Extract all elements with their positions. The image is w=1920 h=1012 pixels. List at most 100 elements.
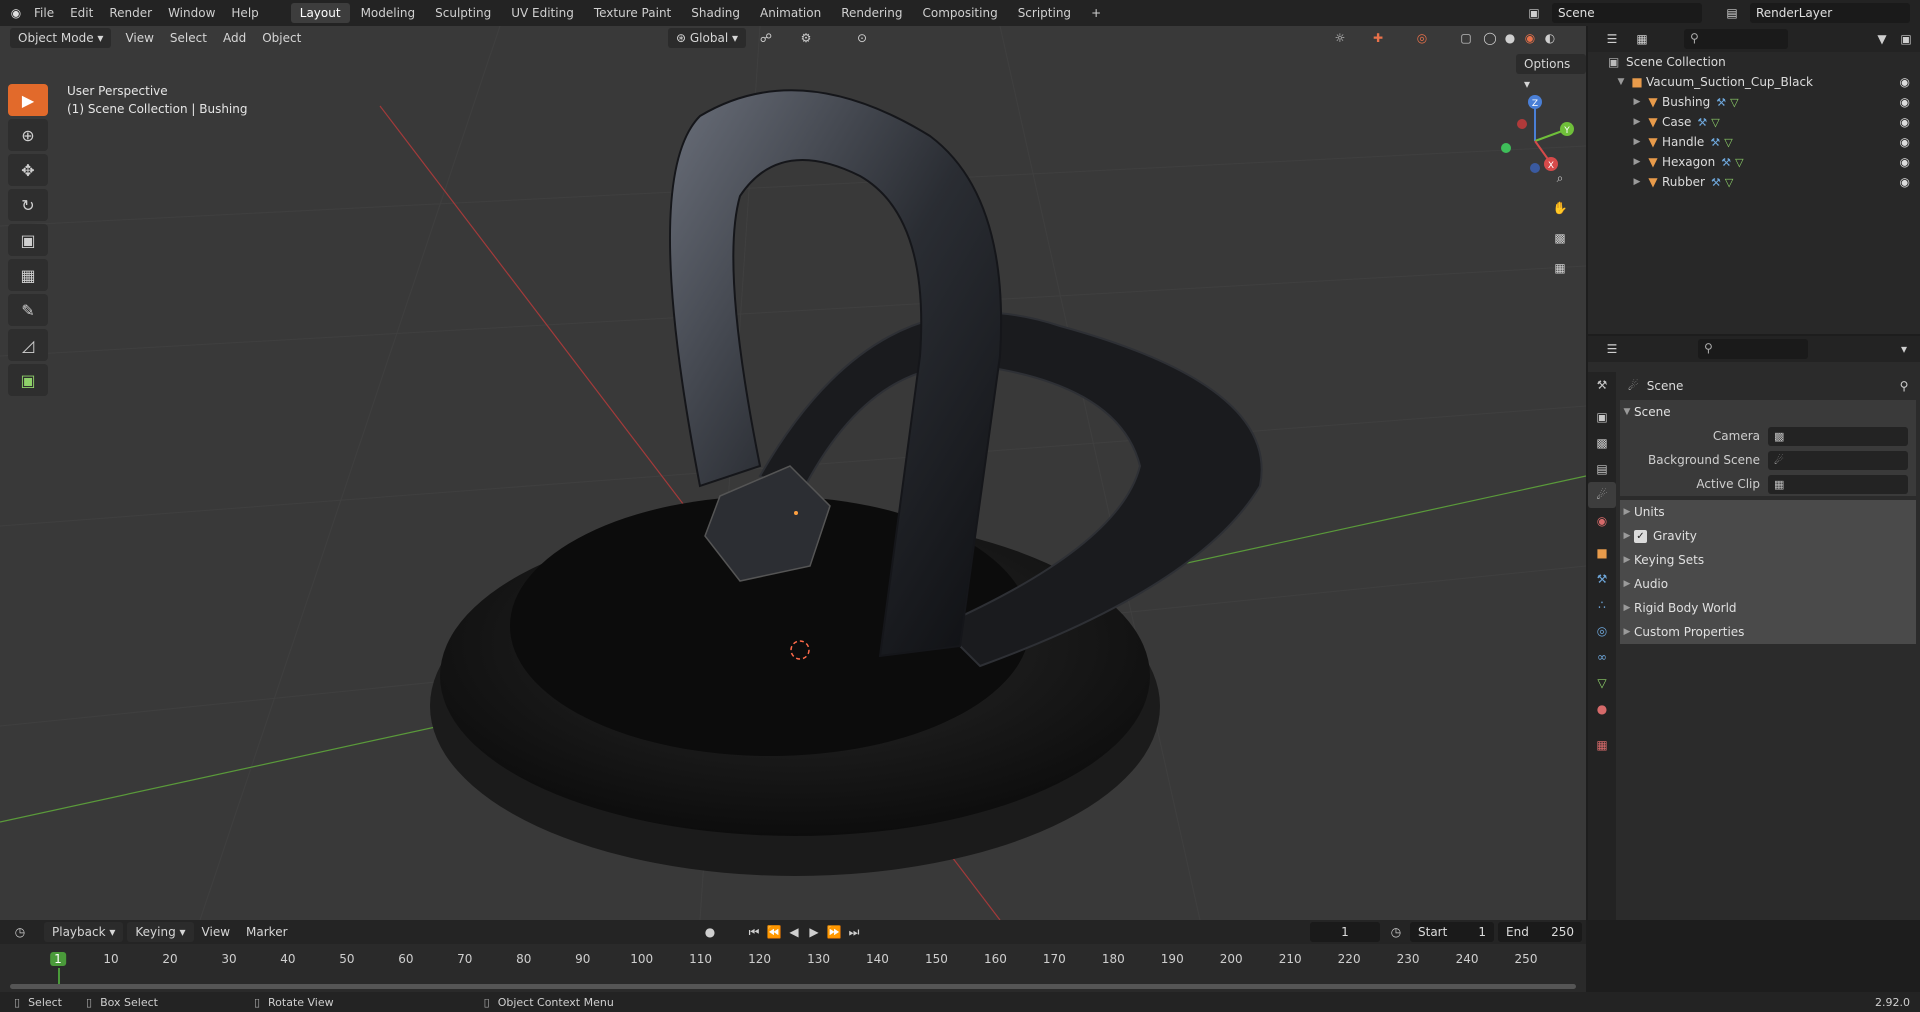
proportional-edit-icon[interactable]: ⊙	[852, 28, 872, 48]
visibility-eye-icon[interactable]: ◉	[1900, 115, 1910, 129]
rotate-tool-icon[interactable]: ↻	[8, 189, 48, 221]
rendered-shading-icon[interactable]: ◐	[1540, 28, 1560, 48]
tab-sculpting[interactable]: Sculpting	[426, 3, 500, 23]
mesh-data-icon[interactable]: ▽	[1730, 96, 1738, 109]
annotate-tool-icon[interactable]: ✎	[8, 294, 48, 326]
tab-rendering[interactable]: Rendering	[832, 3, 911, 23]
blender-logo-icon[interactable]: ◉	[6, 3, 26, 23]
modifier-wrench-icon[interactable]: ⚒	[1716, 96, 1726, 109]
scale-tool-icon[interactable]: ▣	[8, 224, 48, 256]
jump-end-icon[interactable]: ⏭	[844, 922, 864, 942]
3d-viewport[interactable]: Object Mode ▾ View Select Add Object ⊛ G…	[0, 26, 1586, 920]
particles-tab-icon[interactable]: ∴	[1588, 592, 1616, 618]
filter-icon[interactable]: ▼	[1872, 29, 1892, 49]
data-tab-icon[interactable]: ▽	[1588, 670, 1616, 696]
modifier-wrench-icon[interactable]: ⚒	[1711, 176, 1721, 189]
new-collection-icon[interactable]: ▣	[1896, 29, 1916, 49]
visibility-eye-icon[interactable]: ◉	[1900, 75, 1910, 89]
viewport-menu-view[interactable]: View	[117, 28, 161, 48]
background-scene-field[interactable]: ☄	[1768, 450, 1908, 470]
outliner-row-object[interactable]: ▶ ▼ Handle ⚒ ▽ ◉	[1588, 132, 1920, 152]
outliner-search-input[interactable]: ⚲	[1684, 29, 1788, 49]
visibility-icon[interactable]: ☼	[1330, 28, 1350, 48]
editor-type-icon[interactable]: ☰	[1602, 339, 1622, 359]
zoom-icon[interactable]: ⌕	[1550, 168, 1570, 188]
timeline-menu-view[interactable]: View	[194, 922, 238, 942]
constraints-tab-icon[interactable]: ∞	[1588, 644, 1616, 670]
audio-subpanel[interactable]: ▶ Audio	[1620, 572, 1916, 596]
viewport-menu-select[interactable]: Select	[162, 28, 215, 48]
expand-triangle-icon[interactable]: ▶	[1630, 157, 1644, 167]
scene-browse-icon[interactable]: ▣	[1524, 3, 1544, 23]
solid-shading-icon[interactable]: ●	[1500, 28, 1520, 48]
pin-icon[interactable]: ⚲	[1894, 376, 1914, 396]
keying-dropdown[interactable]: Keying ▾	[127, 922, 194, 942]
units-subpanel[interactable]: ▶ Units	[1620, 500, 1916, 524]
properties-search-input[interactable]: ⚲	[1698, 339, 1808, 359]
transform-orientation-dropdown[interactable]: ⊛ Global ▾	[668, 28, 746, 48]
cursor-tool-icon[interactable]: ⊕	[8, 119, 48, 151]
outliner-row-object[interactable]: ▶ ▼ Case ⚒ ▽ ◉	[1588, 112, 1920, 132]
play-reverse-icon[interactable]: ◀	[784, 922, 804, 942]
expand-triangle-icon[interactable]: ▼	[1614, 77, 1628, 87]
add-cube-tool-icon[interactable]: ▣	[8, 364, 48, 396]
snap-icon[interactable]: ⚙	[796, 28, 816, 48]
pan-hand-icon[interactable]: ✋	[1550, 198, 1570, 218]
mesh-data-icon[interactable]: ▽	[1725, 176, 1733, 189]
transform-tool-icon[interactable]: ▦	[8, 259, 48, 291]
modifier-wrench-icon[interactable]: ⚒	[1697, 116, 1707, 129]
menu-render[interactable]: Render	[101, 0, 160, 26]
output-tab-icon[interactable]: ▩	[1588, 430, 1616, 456]
navigation-gizmo[interactable]: Z Y X	[1490, 86, 1580, 176]
visibility-eye-icon[interactable]: ◉	[1900, 135, 1910, 149]
visibility-eye-icon[interactable]: ◉	[1900, 95, 1910, 109]
tab-scripting[interactable]: Scripting	[1009, 3, 1080, 23]
object-tab-icon[interactable]: ■	[1588, 540, 1616, 566]
xray-icon[interactable]: ▢	[1456, 28, 1476, 48]
tab-uv-editing[interactable]: UV Editing	[502, 3, 583, 23]
options-dropdown[interactable]: Options ▾	[1516, 54, 1586, 91]
move-tool-icon[interactable]: ✥	[8, 154, 48, 186]
pivot-icon[interactable]: ☍	[756, 28, 776, 48]
tab-layout[interactable]: Layout	[290, 3, 350, 23]
view-layer-selector[interactable]: RenderLayer	[1750, 3, 1910, 23]
outliner-row-object[interactable]: ▶ ▼ Bushing ⚒ ▽ ◉	[1588, 92, 1920, 112]
outliner-row-object[interactable]: ▶ ▼ Hexagon ⚒ ▽ ◉	[1588, 152, 1920, 172]
material-shading-icon[interactable]: ◉	[1520, 28, 1540, 48]
tab-compositing[interactable]: Compositing	[913, 3, 1006, 23]
scene-selector[interactable]: Scene	[1552, 3, 1702, 23]
keying-sets-subpanel[interactable]: ▶ Keying Sets	[1620, 548, 1916, 572]
tab-modeling[interactable]: Modeling	[352, 3, 425, 23]
visibility-eye-icon[interactable]: ◉	[1900, 175, 1910, 189]
outliner-row-scene-collection[interactable]: ▣ Scene Collection	[1588, 52, 1920, 72]
current-frame-field[interactable]: 1	[1310, 922, 1380, 942]
view-layer-browse-icon[interactable]: ▤	[1722, 3, 1742, 23]
physics-tab-icon[interactable]: ◎	[1588, 618, 1616, 644]
scene-panel-header[interactable]: ▼ Scene	[1620, 400, 1916, 424]
outliner-row-object[interactable]: ▶ ▼ Rubber ⚒ ▽ ◉	[1588, 172, 1920, 192]
expand-triangle-icon[interactable]: ▶	[1630, 177, 1644, 187]
overlay-toggle-icon[interactable]: ◎	[1412, 28, 1432, 48]
menu-help[interactable]: Help	[223, 0, 266, 26]
editor-type-icon[interactable]: ◷	[10, 922, 30, 942]
timeline-menu-marker[interactable]: Marker	[238, 922, 295, 942]
wireframe-shading-icon[interactable]: ◯	[1480, 28, 1500, 48]
gizmo-toggle-icon[interactable]: ✚	[1368, 28, 1388, 48]
camera-view-icon[interactable]: ▩	[1550, 228, 1570, 248]
expand-triangle-icon[interactable]: ▶	[1630, 97, 1644, 107]
expand-triangle-icon[interactable]: ▶	[1630, 137, 1644, 147]
menu-edit[interactable]: Edit	[62, 0, 101, 26]
select-box-tool-icon[interactable]: ▶	[8, 84, 48, 116]
gravity-subpanel[interactable]: ▶ ✓ Gravity	[1620, 524, 1916, 548]
record-icon[interactable]: ●	[700, 922, 720, 942]
modifier-wrench-icon[interactable]: ⚒	[1710, 136, 1720, 149]
add-workspace-button[interactable]: +	[1082, 3, 1110, 23]
gravity-checkbox[interactable]: ✓	[1634, 529, 1647, 543]
clock-icon[interactable]: ◷	[1386, 922, 1406, 942]
next-keyframe-icon[interactable]: ⏩	[824, 922, 844, 942]
play-icon[interactable]: ▶	[804, 922, 824, 942]
viewport-menu-object[interactable]: Object	[254, 28, 309, 48]
mesh-data-icon[interactable]: ▽	[1735, 156, 1743, 169]
tab-shading[interactable]: Shading	[682, 3, 749, 23]
timeline-scrollbar[interactable]	[10, 984, 1576, 989]
